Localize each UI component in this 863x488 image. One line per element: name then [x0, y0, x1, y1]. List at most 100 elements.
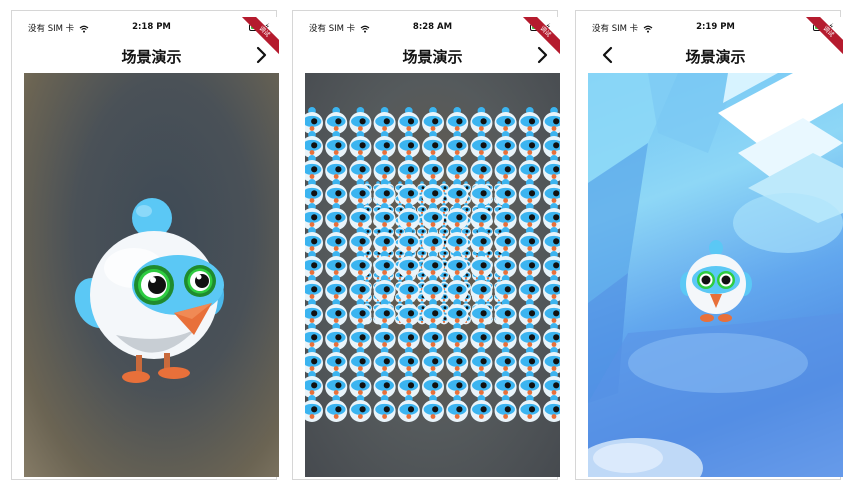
bird-instance: [349, 395, 372, 422]
bird-instance: [543, 275, 560, 302]
bird-instance: [518, 347, 541, 374]
bird-instance: [518, 251, 541, 278]
bird-instance: [494, 131, 517, 158]
bird-instance: [422, 395, 444, 422]
status-bar: 没有 SIM 卡 2:18 PM ⚡: [24, 17, 279, 37]
phone-screen-1: 没有 SIM 卡 2:18 PM ⚡ 调试 场景演示: [24, 17, 279, 477]
bird-instance: [397, 395, 420, 422]
bird-instance: [422, 155, 444, 182]
bird-instance: [518, 275, 541, 302]
bird-instance: [422, 299, 444, 326]
bird-instance: [543, 347, 560, 374]
bird-instance: [470, 395, 493, 422]
bird-instance: [397, 323, 420, 350]
screenshot-frame-2: 没有 SIM 卡 8:28 AM ⚡ 调试 场景演示: [292, 10, 560, 480]
bird-instance: [518, 155, 541, 182]
bird-instance: [305, 347, 323, 374]
clock: 2:19 PM: [696, 22, 735, 32]
bird-instance: [397, 155, 420, 182]
bird-instance: [446, 395, 469, 422]
bird-instance: [305, 227, 323, 254]
bird-instance: [518, 395, 541, 422]
bird-instance: [349, 107, 372, 134]
bird-instance: [518, 323, 541, 350]
bird-instance: [470, 323, 493, 350]
bird-instance: [470, 155, 493, 182]
bird-instance: [349, 323, 372, 350]
bird-model: [680, 240, 752, 322]
bird-instance: [518, 371, 541, 398]
bird-instance: [325, 179, 348, 206]
bird-instance: [518, 131, 541, 158]
bird-instance: [397, 107, 420, 134]
bird-instance: [494, 107, 517, 134]
bird-instance: [373, 347, 396, 374]
bird-instance: [373, 395, 396, 422]
scene-viewport-bird-grid[interactable]: [305, 73, 560, 477]
nav-bar: 场景演示: [305, 37, 560, 73]
page-title: 场景演示: [685, 48, 746, 66]
bird-instance: [305, 179, 323, 206]
bird-instance: [543, 107, 560, 134]
bird-instance: [446, 323, 469, 350]
bird-instance: [305, 395, 323, 422]
bird-instance: [305, 131, 323, 158]
bird-instance: [422, 347, 444, 374]
bird-grid-model: [305, 107, 560, 422]
bird-instance: [446, 107, 469, 134]
bird-instance: [305, 323, 323, 350]
screenshot-frame-3: 没有 SIM 卡 2:19 PM ⚡ 调试 场景演示: [575, 10, 843, 480]
clock: 2:18 PM: [132, 22, 171, 32]
bird-instance: [349, 131, 372, 158]
bird-instance: [470, 371, 493, 398]
bird-instance: [470, 131, 493, 158]
bird-instance: [422, 131, 444, 158]
bird-instance: [543, 155, 560, 182]
bird-instance: [373, 371, 396, 398]
bird-instance: [422, 371, 444, 398]
bird-instance: [373, 155, 396, 182]
bird-instance: [325, 107, 348, 134]
bird-instance: [349, 347, 372, 374]
scene-viewport-single-bird[interactable]: [24, 73, 279, 477]
bird-instance: [422, 179, 444, 206]
bird-instance: [543, 251, 560, 278]
bird-instance: [494, 155, 517, 182]
bird-instance: [494, 371, 517, 398]
bird-instance: [422, 323, 444, 350]
bird-instance: [518, 179, 541, 206]
screenshot-frame-1: 没有 SIM 卡 2:18 PM ⚡ 调试 场景演示: [11, 10, 279, 480]
bird-instance: [373, 107, 396, 134]
bird-instance: [543, 179, 560, 206]
ice-cave-scene: [588, 73, 843, 477]
bird-instance: [325, 251, 348, 278]
bird-instance: [518, 299, 541, 326]
bird-instance: [518, 227, 541, 254]
chevron-right-icon[interactable]: [534, 45, 550, 65]
scene-viewport-ice-cave[interactable]: [588, 73, 843, 477]
chevron-right-icon[interactable]: [253, 45, 269, 65]
bird-instance: [305, 299, 323, 326]
bird-instance: [373, 323, 396, 350]
bird-instance: [325, 131, 348, 158]
bird-instance: [543, 323, 560, 350]
bird-instance: [494, 347, 517, 374]
page-title: 场景演示: [402, 48, 463, 66]
bird-instance: [325, 299, 348, 326]
bird-instance: [446, 155, 469, 182]
bird-instance: [543, 299, 560, 326]
bird-instance: [397, 131, 420, 158]
nav-bar: 场景演示: [588, 37, 843, 73]
bird-instance: [325, 155, 348, 182]
bird-instance: [397, 347, 420, 374]
bird-instance: [518, 107, 541, 134]
bird-instance: [397, 371, 420, 398]
bird-instance: [325, 275, 348, 302]
bird-instance: [446, 131, 469, 158]
bird-instance: [543, 371, 560, 398]
bird-instance: [325, 203, 348, 230]
bird-instance: [305, 107, 323, 134]
bird-instance: [518, 203, 541, 230]
page-title: 场景演示: [121, 48, 182, 66]
bird-instance: [494, 395, 517, 422]
